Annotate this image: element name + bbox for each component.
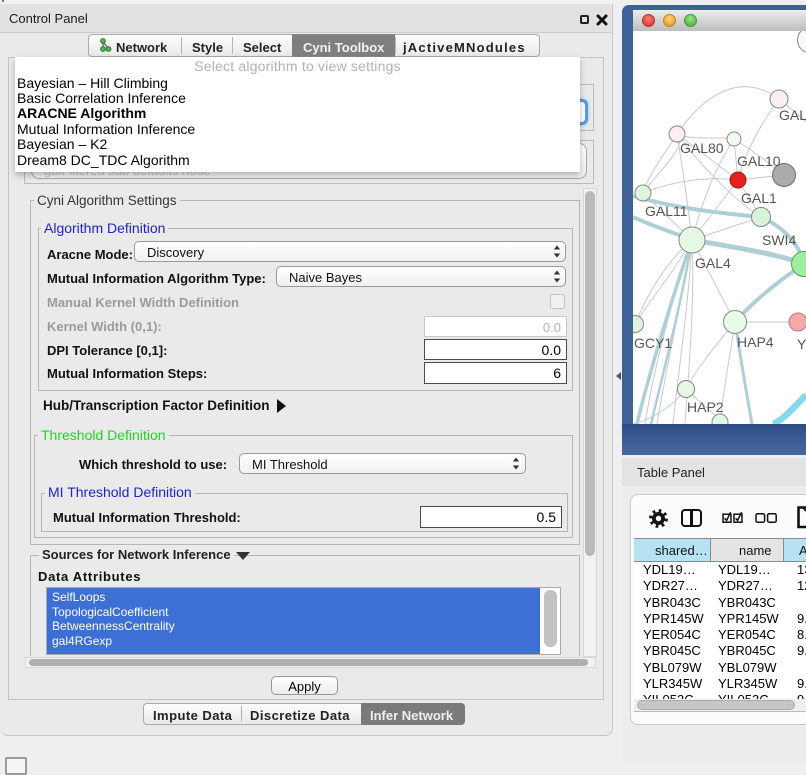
svg-text:HAP4: HAP4	[737, 334, 774, 350]
svg-text:GAL11: GAL11	[645, 203, 688, 219]
svg-text:GAL80: GAL80	[680, 140, 724, 156]
svg-text:HAP2: HAP2	[687, 399, 724, 415]
svg-text:SWI4: SWI4	[762, 232, 796, 248]
svg-text:Y: Y	[797, 336, 806, 352]
svg-text:GAL: GAL	[779, 107, 806, 123]
svg-text:GAL10: GAL10	[737, 153, 781, 169]
svg-text:GCY1: GCY1	[634, 335, 672, 351]
svg-text:GAL4: GAL4	[695, 255, 731, 271]
svg-text:GAL1: GAL1	[741, 190, 777, 206]
